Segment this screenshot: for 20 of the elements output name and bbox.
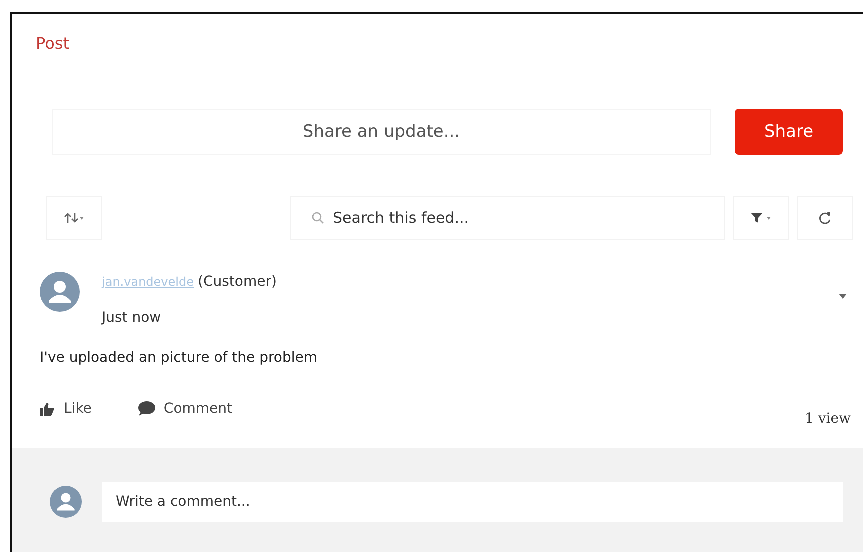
sort-icon <box>64 212 84 224</box>
post-text: I've uploaded an picture of the problem <box>40 350 319 366</box>
post-tab[interactable]: Post <box>36 34 70 53</box>
share-field[interactable]: Share an update... <box>52 109 711 155</box>
speech-bubble-icon <box>138 401 156 417</box>
post-time: Just now <box>102 310 162 326</box>
search-field[interactable]: Search this feed... <box>290 196 725 240</box>
share-button[interactable]: Share <box>735 109 843 155</box>
avatar-icon <box>40 272 80 312</box>
thumbs-up-icon <box>40 402 56 416</box>
refresh-icon <box>818 211 832 225</box>
comment-field[interactable]: Write a comment... <box>102 482 843 522</box>
like-button[interactable]: Like <box>40 401 128 417</box>
filter-icon <box>750 212 772 224</box>
avatar-icon <box>50 486 82 518</box>
filter-button[interactable] <box>733 196 789 240</box>
caret-icon <box>839 294 847 299</box>
comment-button[interactable]: Comment <box>138 401 269 417</box>
view-count: 1 view <box>804 411 851 427</box>
author-role: (Customer) <box>198 274 277 290</box>
